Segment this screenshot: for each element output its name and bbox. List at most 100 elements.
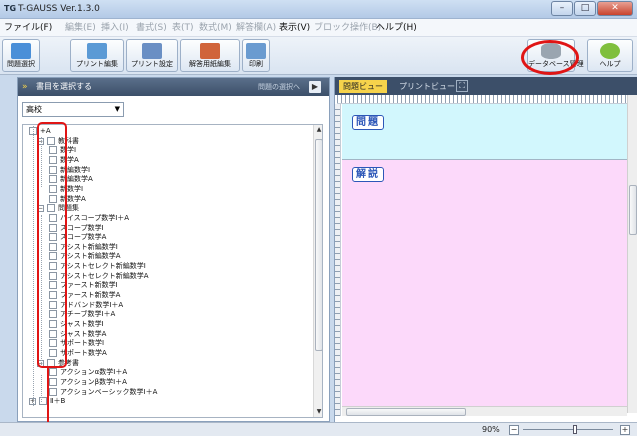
zoom-out-button[interactable]: − — [509, 425, 519, 435]
tree-checkbox[interactable] — [49, 310, 57, 319]
tree-checkbox[interactable] — [49, 146, 57, 155]
tree-checkbox[interactable] — [47, 358, 55, 367]
tree-scrollbar[interactable]: ▲ ▼ — [313, 125, 322, 417]
menu-table[interactable]: 表(T) — [172, 22, 194, 34]
print-edit-button[interactable]: プリント編集 — [70, 39, 124, 72]
zoom-in-button[interactable]: + — [620, 425, 630, 435]
tree-node[interactable]: アクションα数学Ⅰ＋A — [49, 368, 127, 377]
close-button[interactable]: ✕ — [597, 1, 633, 16]
tree-checkbox[interactable] — [49, 175, 57, 184]
tree-checkbox[interactable] — [49, 213, 57, 222]
tree-checkbox[interactable] — [49, 291, 57, 300]
menu-view[interactable]: 表示(V) — [279, 22, 310, 34]
tree-checkbox[interactable] — [49, 223, 57, 232]
tree-checkbox[interactable] — [49, 165, 57, 174]
minimize-button[interactable]: – — [551, 1, 573, 16]
tree-checkbox[interactable] — [49, 194, 57, 203]
tree-node[interactable]: 新編数学Ⅰ — [49, 165, 90, 175]
tree-node[interactable]: 新数学Ⅰ — [49, 184, 83, 194]
tree-node[interactable]: アドバンド数学Ⅰ＋A — [49, 300, 123, 310]
tree-node[interactable]: ハイスコープ数学Ⅰ＋A — [49, 213, 129, 223]
tab-print-view[interactable]: プリントビュー — [395, 80, 459, 93]
tree-node[interactable]: 数学Ⅰ — [49, 146, 76, 155]
tree-checkbox[interactable] — [49, 271, 57, 280]
tree-node[interactable]: サポート数学Ⅰ — [49, 339, 104, 348]
tree-checkbox[interactable] — [49, 329, 57, 338]
chevron-down-icon[interactable]: ▼ — [115, 103, 120, 116]
tree-node[interactable]: ファースト新数学Ⅰ — [49, 281, 118, 290]
print-button[interactable]: 印刷 — [242, 39, 270, 72]
help-button[interactable]: ヘルプ — [587, 39, 633, 72]
collapse-minus-icon[interactable]: − — [37, 205, 44, 213]
tree-node[interactable]: スコープ数学Ⅰ — [49, 223, 104, 233]
menu-edit[interactable]: 編集(E) — [65, 22, 96, 34]
preview-vertical-thumb[interactable] — [629, 185, 637, 235]
tree-node[interactable]: 新数学A — [49, 194, 86, 204]
tree-checkbox[interactable] — [49, 387, 57, 396]
menu-format[interactable]: 書式(S) — [136, 22, 167, 34]
tree-checkbox[interactable] — [49, 377, 57, 386]
tree-checkbox[interactable] — [49, 233, 57, 242]
tree-node[interactable]: ジャスト数学Ⅰ — [49, 320, 104, 329]
tree-node[interactable]: ジャスト数学A — [49, 329, 106, 339]
tree-node[interactable]: アシスト新編数学Ⅰ — [49, 242, 118, 252]
tree-checkbox[interactable] — [49, 368, 57, 377]
tree-node[interactable]: スコープ数学A — [49, 233, 106, 242]
preview-vertical-scrollbar[interactable] — [627, 95, 637, 413]
tree-checkbox[interactable] — [49, 184, 57, 193]
tree-checkbox[interactable] — [47, 136, 55, 145]
tree-checkbox[interactable] — [47, 204, 55, 213]
tree-checkbox[interactable] — [49, 242, 57, 251]
school-level-dropdown[interactable]: 高校 ▼ — [22, 102, 124, 117]
preview-horizontal-thumb[interactable] — [346, 408, 466, 416]
tree-node[interactable]: − 教科書 — [37, 136, 79, 146]
book-tree[interactable]: ▲ ▼ +A − 教科書 数学Ⅰ 数学A 新編数学Ⅰ 新編数学A 新数学Ⅰ 新数学A − 問題集 ハイ… — [22, 124, 323, 418]
tree-checkbox[interactable] — [49, 252, 57, 261]
tree-node[interactable]: ファースト新数学A — [49, 291, 120, 300]
preview-horizontal-scrollbar[interactable] — [342, 406, 627, 416]
book-select-panel: » 書目を選択する 問題の選択へ ▶ 高校 ▼ ▲ ▼ +A − 教科書 数学Ⅰ 数学A… — [17, 77, 330, 422]
tree-checkbox[interactable] — [49, 155, 57, 164]
tree-node-label: サポート数学Ⅰ — [60, 339, 105, 348]
menu-formula[interactable]: 数式(M) — [199, 22, 232, 34]
tree-node[interactable]: アチーブ数学Ⅰ＋A — [49, 310, 115, 319]
tree-checkbox[interactable] — [49, 262, 57, 271]
explanation-area[interactable]: 解説 — [342, 160, 627, 406]
tree-node[interactable]: アクションベーシック数学Ⅰ＋A — [49, 387, 157, 397]
menu-insert[interactable]: 挿入(I) — [101, 22, 129, 34]
title-bar[interactable]: TG T-GAUSS Ver.1.3.0 – □ ✕ — [0, 0, 637, 19]
menu-answer-column[interactable]: 解答欄(A) — [236, 22, 276, 34]
go-question-select-label[interactable]: 問題の選択へ — [258, 81, 300, 93]
tree-node[interactable]: サポート数学A — [49, 348, 107, 358]
tree-checkbox[interactable] — [49, 300, 57, 309]
tree-node[interactable]: − 参考書 — [37, 358, 79, 368]
tree-checkbox[interactable] — [49, 348, 57, 357]
print-settings-button[interactable]: プリント設定 — [126, 39, 178, 72]
tree-node[interactable]: アシストセレクト新編数学Ⅰ — [49, 262, 146, 271]
menu-block[interactable]: ブロック操作(B) — [314, 22, 381, 34]
zoom-slider-knob[interactable] — [572, 425, 577, 434]
tree-node[interactable]: 新編数学A — [49, 175, 93, 184]
maximize-button[interactable]: □ — [574, 1, 596, 16]
scroll-up-arrow-icon[interactable]: ▲ — [314, 125, 322, 135]
tree-checkbox[interactable] — [49, 339, 57, 348]
tree-node[interactable]: アシスト新編数学A — [49, 252, 121, 261]
zoom-slider[interactable] — [523, 425, 613, 434]
tree-checkbox[interactable] — [49, 281, 57, 290]
tree-node[interactable]: − 問題集 — [37, 204, 79, 213]
tree-node[interactable]: アシストセレクト新編数学A — [49, 271, 149, 281]
tree-node[interactable]: アクションβ数学Ⅰ＋A — [49, 377, 127, 387]
database-manage-button[interactable]: データベース管理 — [527, 39, 584, 72]
answer-sheet-button[interactable]: 解答用紙編集 — [180, 39, 240, 72]
tree-scroll-thumb[interactable] — [315, 139, 322, 351]
scroll-down-arrow-icon[interactable]: ▼ — [314, 407, 322, 417]
question-area[interactable]: 問題 — [342, 104, 627, 160]
menu-file[interactable]: ファイル(F) — [4, 22, 52, 34]
expand-icon[interactable]: ⛶ — [456, 80, 468, 92]
tree-checkbox[interactable] — [49, 320, 57, 328]
tab-question-view[interactable]: 問題ビュー — [339, 80, 387, 93]
tree-node[interactable]: 数学A — [49, 155, 79, 165]
go-question-select-button[interactable]: ▶ — [309, 81, 321, 93]
menu-help[interactable]: ヘルプ(H) — [376, 22, 417, 34]
question-select-button[interactable]: 問題選択 — [2, 39, 40, 72]
